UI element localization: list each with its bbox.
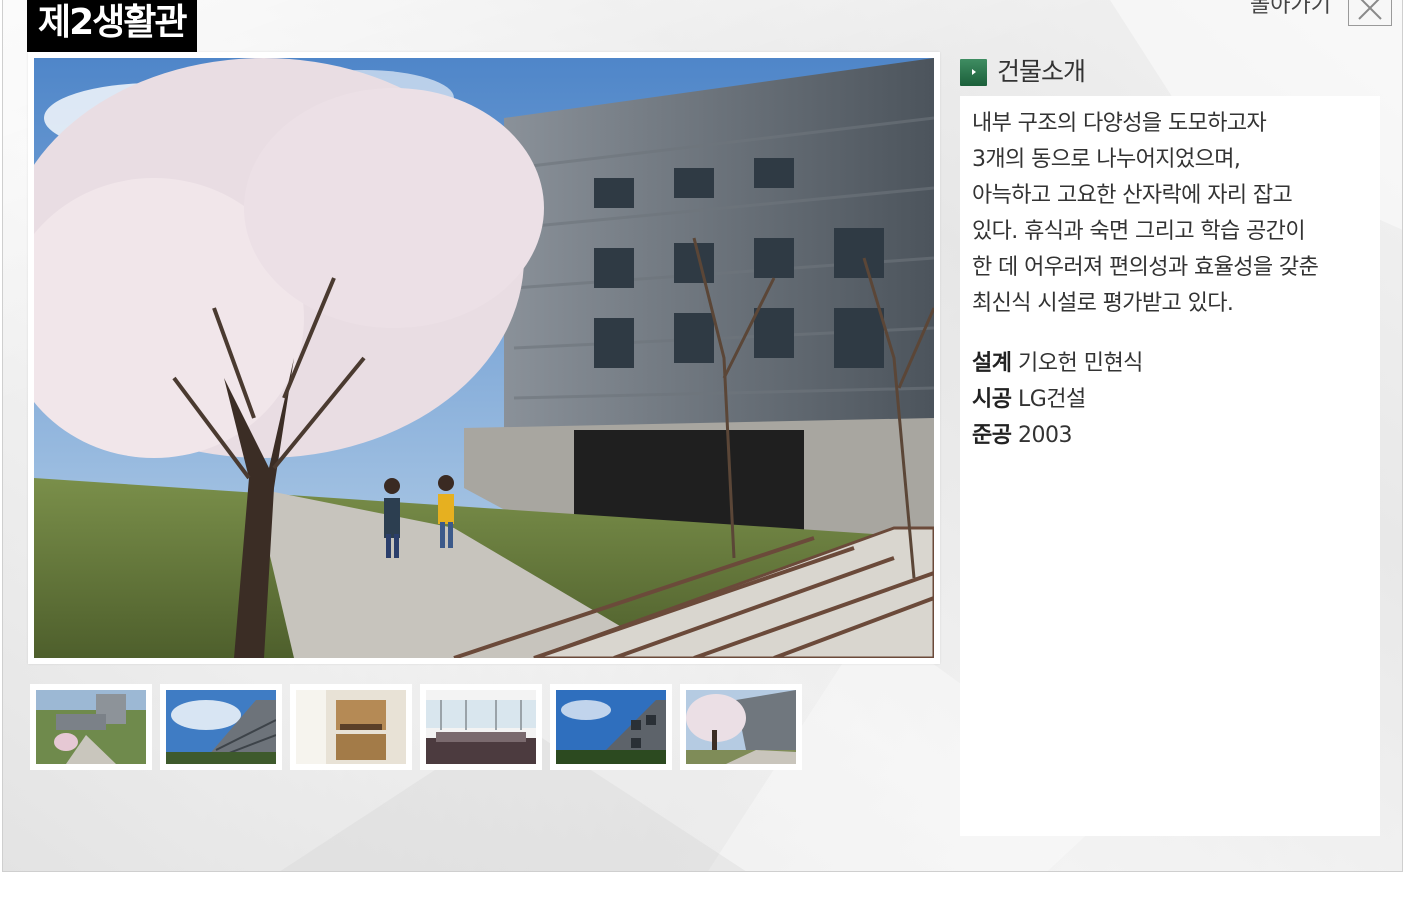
description-line: 있다. 휴식과 숙면 그리고 학습 공간이 bbox=[972, 219, 1306, 244]
description-line: 내부 구조의 다양성을 도모하고자 bbox=[972, 111, 1267, 136]
description-line: 3개의 동으로 나누어지었으며, bbox=[972, 147, 1241, 172]
description-line: 아늑하고 고요한 산자락에 자리 잡고 bbox=[972, 183, 1293, 208]
thumbnail-2[interactable] bbox=[160, 684, 282, 770]
thumbnail-4[interactable] bbox=[420, 684, 542, 770]
builder-label: 시공 bbox=[972, 387, 1012, 412]
page-title: 제2생활관 bbox=[27, 0, 197, 52]
builder-row: 시공 LG건설 bbox=[972, 382, 1368, 418]
section-heading-label: 건물소개 bbox=[997, 57, 1086, 86]
building-info: 내부 구조의 다양성을 도모하고자 3개의 동으로 나누어지었으며, 아늑하고 … bbox=[960, 96, 1380, 836]
design-row: 설계 기오헌 민현식 bbox=[972, 346, 1368, 382]
thumbnail-5[interactable] bbox=[550, 684, 672, 770]
main-photo-frame bbox=[28, 52, 940, 664]
description-line: 한 데 어우러져 편의성과 효율성을 갖춘 bbox=[972, 255, 1319, 280]
completed-value: 2003 bbox=[1017, 423, 1073, 448]
chevron-right-icon bbox=[960, 58, 987, 86]
builder-value: LG건설 bbox=[1017, 387, 1086, 412]
thumbnail-1[interactable] bbox=[30, 684, 152, 770]
thumbnail-strip bbox=[30, 684, 802, 770]
main-photo bbox=[34, 58, 934, 658]
completed-label: 준공 bbox=[972, 423, 1012, 448]
building-meta: 설계 기오헌 민현식 시공 LG건설 준공 2003 bbox=[972, 346, 1368, 454]
back-label[interactable]: 돌아가기 bbox=[1250, 0, 1331, 22]
design-value: 기오헌 민현식 bbox=[1017, 351, 1143, 376]
section-heading: 건물소개 bbox=[960, 56, 1086, 88]
thumbnail-3[interactable] bbox=[290, 684, 412, 770]
close-button[interactable] bbox=[1348, 0, 1392, 26]
thumbnail-6[interactable] bbox=[680, 684, 802, 770]
description-line: 최신식 시설로 평가받고 있다. bbox=[972, 291, 1234, 316]
design-label: 설계 bbox=[972, 351, 1012, 376]
completed-row: 준공 2003 bbox=[972, 418, 1368, 454]
close-icon bbox=[1358, 0, 1382, 20]
building-description: 내부 구조의 다양성을 도모하고자 3개의 동으로 나누어지었으며, 아늑하고 … bbox=[972, 106, 1368, 322]
